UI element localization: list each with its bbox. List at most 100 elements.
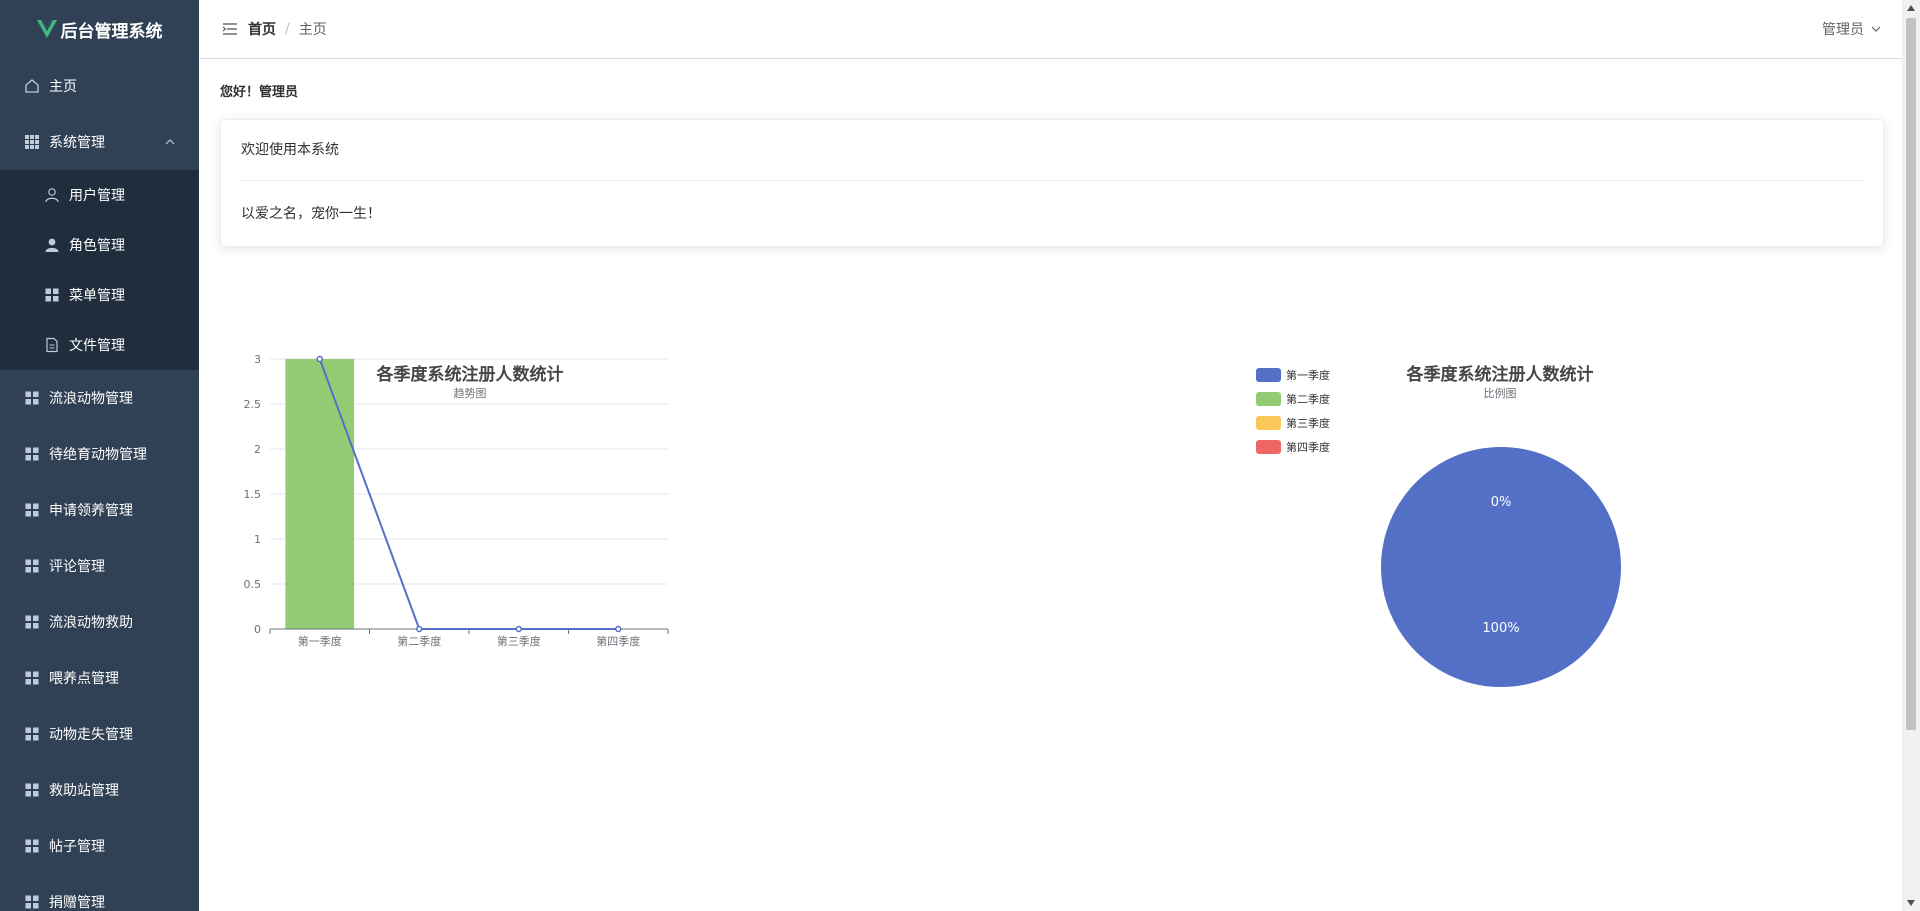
sidebar-item-users[interactable]: 用户管理 xyxy=(0,170,199,220)
sidebar-item-label: 流浪动物救助 xyxy=(49,615,133,631)
sidebar-item-label: 用户管理 xyxy=(69,188,125,204)
scroll-up-arrow-icon[interactable] xyxy=(1902,0,1920,16)
sidebar-item-label: 菜单管理 xyxy=(69,288,125,304)
person-filled-icon xyxy=(44,237,60,253)
legend-swatch xyxy=(1256,392,1281,406)
bar-chart-x-axis: 第一季度 第二季度 第三季度 第四季度 xyxy=(269,628,669,648)
x-tick-label: 第四季度 xyxy=(596,634,640,648)
sidebar-item-label: 主页 xyxy=(49,79,77,95)
menu-grid-icon xyxy=(44,287,60,303)
bar-chart-subtitle: 趋势图 xyxy=(454,387,487,400)
y-tick-label: 2.5 xyxy=(244,398,262,411)
pie-chart-subtitle: 比例图 xyxy=(1484,386,1517,400)
document-icon xyxy=(44,337,60,353)
legend-label: 第二季度 xyxy=(1286,392,1330,406)
sidebar-item-label: 动物走失管理 xyxy=(49,727,133,743)
sidebar-item-label: 流浪动物管理 xyxy=(49,391,133,407)
line-point xyxy=(316,355,323,363)
bar xyxy=(285,359,355,629)
sidebar-item-comments[interactable]: 评论管理 xyxy=(0,538,199,594)
sidebar-item-label: 喂养点管理 xyxy=(49,671,119,687)
pie-chart: 第一季度第二季度第三季度第四季度 各季度系统注册人数统计 比例图 0% 100% xyxy=(1256,364,1621,687)
sidebar-item-label: 角色管理 xyxy=(69,238,125,254)
sidebar-item-label: 待绝育动物管理 xyxy=(49,447,147,463)
pie-label: 100% xyxy=(1482,621,1519,636)
page-scrollbar[interactable] xyxy=(1902,0,1920,911)
legend-label: 第三季度 xyxy=(1286,416,1330,430)
pie-label: 0% xyxy=(1491,495,1512,510)
legend-swatch xyxy=(1256,416,1281,430)
sidebar-item-label: 帖子管理 xyxy=(49,839,105,855)
sidebar-item-adoption[interactable]: 申请领养管理 xyxy=(0,482,199,538)
x-tick-label: 第一季度 xyxy=(298,634,342,648)
greeting-text: 您好！管理员 xyxy=(220,85,299,100)
pie-slice xyxy=(1381,447,1621,687)
main-content: 您好！管理员 欢迎使用本系统 以爱之名，宠你一生！ 各季度系统注册人数统计 趋势… xyxy=(199,59,1902,911)
pie-chart-title: 各季度系统注册人数统计 xyxy=(1406,364,1594,385)
scrollbar-thumb[interactable] xyxy=(1906,18,1916,730)
x-tick-label: 第二季度 xyxy=(397,634,441,648)
sidebar-item-label: 救助站管理 xyxy=(49,783,119,799)
home-icon xyxy=(24,78,40,94)
sidebar-item-rescue-stations[interactable]: 救助站管理 xyxy=(0,762,199,818)
pie-chart-legend: 第一季度第二季度第三季度第四季度 xyxy=(1256,368,1330,454)
grid-icon xyxy=(24,838,40,854)
sidebar-item-home[interactable]: 主页 xyxy=(0,58,199,114)
legend-label: 第一季度 xyxy=(1286,368,1330,382)
y-tick-label: 1 xyxy=(254,533,261,546)
sidebar-item-feeding-points[interactable]: 喂养点管理 xyxy=(0,650,199,706)
sidebar-item-stray-animals[interactable]: 流浪动物管理 xyxy=(0,370,199,426)
chevron-down-icon xyxy=(1871,26,1881,32)
welcome-card-body: 以爱之名，宠你一生！ xyxy=(241,206,381,222)
sidebar-item-posts[interactable]: 帖子管理 xyxy=(0,818,199,874)
y-tick-label: 0 xyxy=(254,623,261,636)
bar-chart: 各季度系统注册人数统计 趋势图 0 0.5 1 1.5 2 2.5 3 第一季度 第二季度 第三… xyxy=(244,353,669,648)
grid-icon xyxy=(24,614,40,630)
top-navbar: 首页 / 主页 管理员 xyxy=(199,0,1902,59)
user-name: 管理员 xyxy=(1822,22,1864,38)
sidebar-item-sterilization[interactable]: 待绝育动物管理 xyxy=(0,426,199,482)
sidebar-item-system[interactable]: 系统管理 xyxy=(0,114,199,170)
grid-icon xyxy=(24,558,40,574)
y-tick-label: 3 xyxy=(254,353,261,366)
sidebar-item-files[interactable]: 文件管理 xyxy=(0,320,199,370)
scroll-down-arrow-icon[interactable] xyxy=(1902,895,1920,911)
bar-chart-y-axis: 0 0.5 1 1.5 2 2.5 3 xyxy=(244,353,262,636)
pie-chart-slices xyxy=(1381,447,1621,687)
user-icon xyxy=(44,187,60,203)
sidebar-item-donations[interactable]: 捐赠管理 xyxy=(0,874,199,911)
grid-icon xyxy=(24,670,40,686)
x-tick-label: 第三季度 xyxy=(497,634,541,648)
sidebar-item-label: 评论管理 xyxy=(49,559,105,575)
legend-label: 第四季度 xyxy=(1286,440,1330,454)
line-point xyxy=(416,625,423,633)
y-tick-label: 1.5 xyxy=(244,488,262,501)
sidebar-item-label: 捐赠管理 xyxy=(49,895,105,911)
sidebar: 后台管理系统 主页 系统管理 用户管理 角色管理 菜单管理 文件管理 流浪动物管… xyxy=(0,0,199,911)
grid-icon xyxy=(24,390,40,406)
welcome-card-title: 欢迎使用本系统 xyxy=(241,120,1863,181)
vue-logo-icon xyxy=(36,20,57,38)
sidebar-item-lost-animals[interactable]: 动物走失管理 xyxy=(0,706,199,762)
grid-icon xyxy=(24,726,40,742)
hamburger-icon[interactable] xyxy=(220,19,240,39)
y-tick-label: 2 xyxy=(254,443,261,456)
legend-swatch xyxy=(1256,368,1281,382)
bar-chart-title: 各季度系统注册人数统计 xyxy=(376,364,564,385)
chevron-up-icon xyxy=(165,139,175,145)
user-dropdown[interactable]: 管理员 xyxy=(1822,0,1882,58)
legend-swatch xyxy=(1256,440,1281,454)
app-logo[interactable]: 后台管理系统 xyxy=(0,0,199,58)
sidebar-item-menus[interactable]: 菜单管理 xyxy=(0,270,199,320)
sidebar-item-rescue[interactable]: 流浪动物救助 xyxy=(0,594,199,650)
grid-icon xyxy=(24,782,40,798)
grid-icon xyxy=(24,894,40,910)
submenu-system: 用户管理 角色管理 菜单管理 文件管理 xyxy=(0,170,199,370)
breadcrumb-home[interactable]: 首页 xyxy=(248,19,276,39)
app-title: 后台管理系统 xyxy=(60,21,163,42)
line-point xyxy=(615,625,622,633)
breadcrumb-separator: / xyxy=(285,21,290,37)
sidebar-item-roles[interactable]: 角色管理 xyxy=(0,220,199,270)
sidebar-item-label: 申请领养管理 xyxy=(49,503,133,519)
sidebar-item-label: 系统管理 xyxy=(49,135,105,151)
